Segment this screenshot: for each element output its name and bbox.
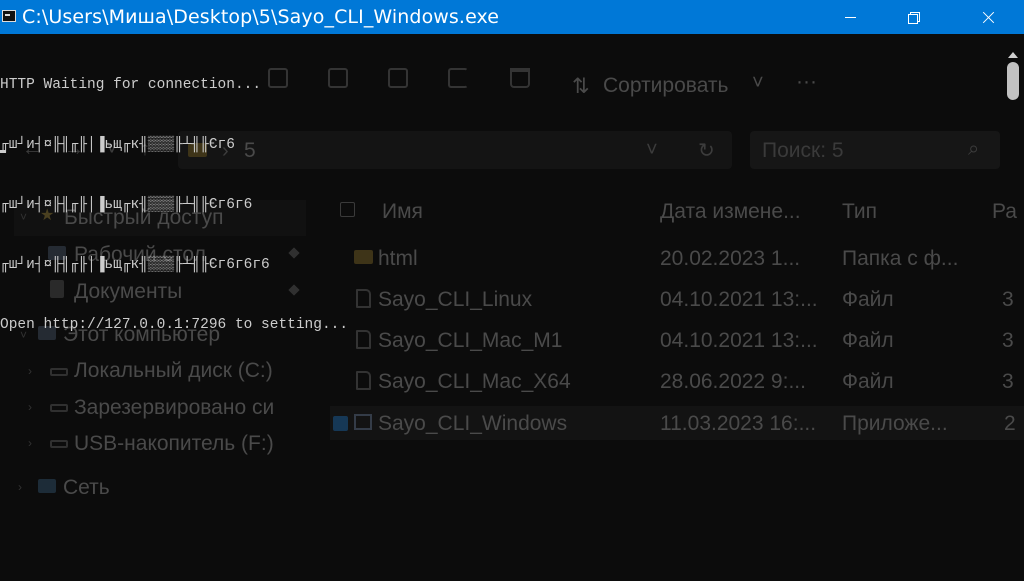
address-dropdown-icon: ˅ <box>646 139 658 161</box>
file-size: 3 <box>1002 288 1014 311</box>
nav-local-disk: Локальный диск (C:) <box>74 359 273 382</box>
delete-icon <box>510 68 530 88</box>
file-type: Папка с ф... <box>842 247 959 270</box>
column-date: Дата измене... <box>660 200 801 223</box>
console-output[interactable]: HTTP Waiting for connection... ╓ш┘и┤¤╟╢╓… <box>0 35 348 355</box>
nav-usb-drive: USB-накопитель (F:) <box>74 432 274 455</box>
restore-button[interactable] <box>883 0 943 34</box>
scroll-up-arrow-icon[interactable] <box>1008 52 1018 58</box>
console-line: HTTP Waiting for connection... <box>0 77 262 93</box>
row-checkbox <box>333 416 348 431</box>
file-name: Sayo_CLI_Mac_X64 <box>378 370 571 393</box>
search-icon: ⌕ <box>968 138 980 160</box>
sort-icon: ⇅ <box>572 75 590 98</box>
folder-icon <box>354 250 373 264</box>
file-name: Sayo_CLI_Mac_M1 <box>378 329 563 352</box>
more-options-button: ··· <box>796 70 817 93</box>
collapse-chevron-icon: › <box>28 364 32 378</box>
file-size: 2 <box>1004 412 1016 435</box>
refresh-icon: ↻ <box>698 140 715 162</box>
collapse-chevron-icon: › <box>18 480 22 494</box>
file-date: 04.10.2021 13:... <box>660 329 818 352</box>
title-bar[interactable]: C:\Users\Миша\Desktop\5\Sayo_CLI_Windows… <box>0 0 1024 34</box>
minimize-button[interactable] <box>820 0 880 34</box>
window-title: C:\Users\Миша\Desktop\5\Sayo_CLI_Windows… <box>22 6 500 28</box>
console-line: Open http://127.0.0.1:7296 to setting... <box>0 317 349 333</box>
share-icon <box>448 68 468 88</box>
sort-button: Сортировать <box>603 74 729 97</box>
file-date: 11.03.2023 16:... <box>660 412 817 435</box>
usb-drive-icon <box>50 440 68 448</box>
file-icon <box>356 330 371 349</box>
file-name: Sayo_CLI_Windows <box>378 412 568 435</box>
file-type: Приложе... <box>842 412 948 435</box>
search-box: Поиск: 5 ⌕ <box>750 131 1000 169</box>
search-placeholder: Поиск: 5 <box>762 139 844 162</box>
console-app-icon[interactable] <box>2 10 16 22</box>
file-date: 04.10.2021 13:... <box>660 288 818 311</box>
nav-network: Сеть <box>63 476 110 499</box>
console-line: ╓ш┘и┤¤╟╢╓╟│▐ьщ╓к╢▒▒▒╟┴╢╟Єг6 <box>0 137 235 153</box>
rename-icon <box>388 68 408 88</box>
console-line: ╓ш┘и┤¤╟╢╓╟│▐ьщ╓к╢▒▒▒╟┴╢╟Єг6г6г6 <box>0 257 270 273</box>
close-button[interactable] <box>958 0 1018 34</box>
file-icon <box>356 289 371 308</box>
nav-reserved-drive: Зарезервировано си <box>74 396 275 419</box>
scrollbar-thumb[interactable] <box>1007 62 1019 100</box>
restore-icon <box>907 11 920 24</box>
console-line: ╓ш┘и┤¤╟╢╓╟│▐ьщ╓к╢▒▒▒╟┴╢╟Єг6г6 <box>0 197 253 213</box>
file-size: 3 <box>1002 370 1014 393</box>
file-size: 3 <box>1002 329 1014 352</box>
console-scrollbar[interactable] <box>1006 52 1020 252</box>
sort-chevron-icon: ˅ <box>752 72 764 94</box>
file-type: Файл <box>842 288 894 311</box>
drive-icon <box>50 368 68 376</box>
drive-icon <box>50 404 68 412</box>
file-name: Sayo_CLI_Linux <box>378 288 533 311</box>
file-type: Файл <box>842 329 894 352</box>
application-icon <box>354 414 372 430</box>
collapse-chevron-icon: › <box>28 400 32 414</box>
close-icon <box>982 11 995 24</box>
network-icon <box>38 479 56 493</box>
minimize-icon <box>844 16 856 18</box>
collapse-chevron-icon: › <box>28 436 32 450</box>
file-type: Файл <box>842 370 894 393</box>
file-date: 28.06.2022 9:... <box>660 370 806 393</box>
text-cursor <box>0 150 6 153</box>
column-name: Имя <box>382 200 423 223</box>
file-name: html <box>378 247 418 270</box>
column-type: Тип <box>842 200 878 223</box>
file-icon <box>356 371 371 390</box>
file-date: 20.02.2023 1... <box>660 247 801 270</box>
